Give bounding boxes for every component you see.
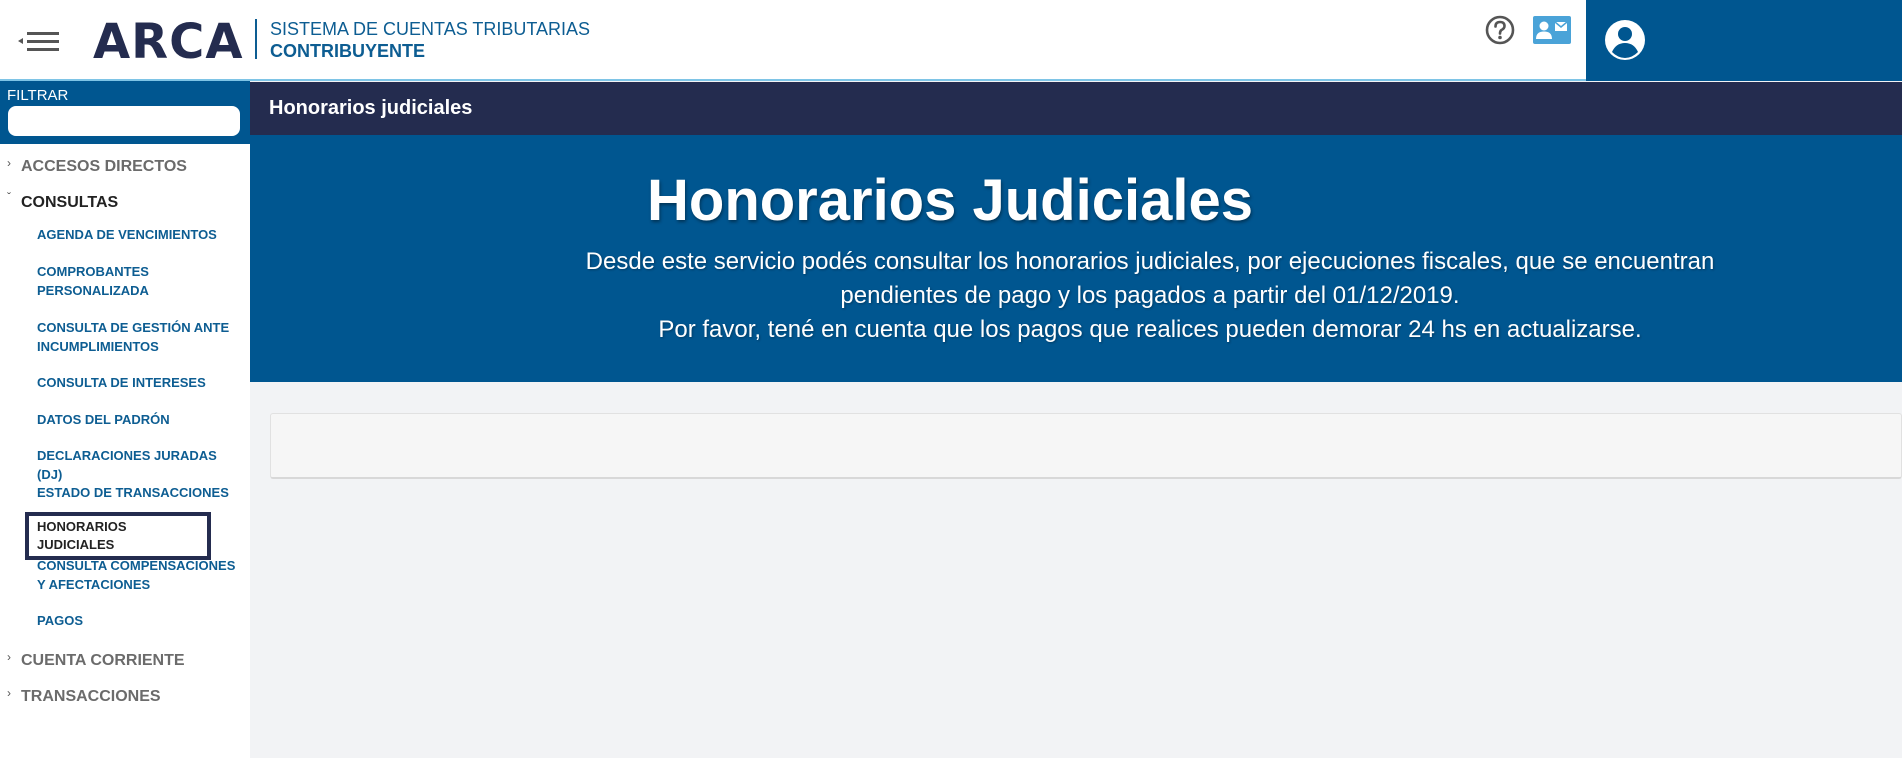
menu-toggle-button[interactable] — [18, 26, 62, 56]
nav-declaraciones-juradas[interactable]: DECLARACIONES JURADAS (DJ) — [37, 446, 242, 484]
nav-comprobantes-personalizada[interactable]: COMPROBANTES PERSONALIZADA — [37, 262, 242, 300]
nav-consulta-compensaciones[interactable]: CONSULTA COMPENSACIONES Y AFECTACIONES — [37, 556, 242, 594]
nav-consulta-intereses[interactable]: CONSULTA DE INTERESES — [37, 373, 242, 392]
nav-estado-transacciones[interactable]: ESTADO DE TRANSACCIONES — [37, 483, 242, 502]
nav-datos-padron[interactable]: DATOS DEL PADRÓN — [37, 410, 242, 429]
page-title-bar: Honorarios judiciales — [250, 82, 1902, 135]
filter-box: FILTRAR — [0, 81, 250, 144]
page-title: Honorarios judiciales — [269, 97, 473, 119]
banner-line-2: pendientes de pago y los pagados a parti… — [840, 282, 1460, 309]
top-header: ARCA SISTEMA DE CUENTAS TRIBUTARIAS CONT… — [0, 0, 1902, 81]
banner-title: Honorarios Judiciales — [647, 168, 1253, 233]
system-title: SISTEMA DE CUENTAS TRIBUTARIAS — [270, 19, 591, 39]
banner-description: Desde este servicio podés consultar los … — [510, 245, 1790, 347]
arca-logo[interactable]: ARCA — [93, 14, 243, 70]
chevron-right-icon: › — [7, 686, 11, 700]
section-label: TRANSACCIONES — [21, 688, 161, 705]
system-role: CONTRIBUYENTE — [270, 41, 426, 61]
filter-input[interactable] — [8, 106, 240, 136]
user-panel — [1586, 0, 1902, 81]
section-label: CUENTA CORRIENTE — [21, 652, 185, 669]
user-account-icon[interactable] — [1604, 19, 1646, 61]
nav-pagos[interactable]: PAGOS — [37, 611, 242, 630]
help-icon[interactable] — [1484, 14, 1516, 46]
filter-label: FILTRAR — [7, 87, 69, 104]
chevron-right-icon: › — [7, 650, 11, 664]
hamburger-menu-icon — [18, 32, 59, 51]
contact-card-icon[interactable] — [1533, 16, 1571, 44]
hero-banner: Honorarios Judiciales Desde este servici… — [250, 135, 1902, 382]
content-panel — [270, 413, 1902, 479]
banner-line-3: Por favor, tené en cuenta que los pagos … — [658, 316, 1642, 343]
logo-divider — [255, 19, 257, 59]
nav-honorarios-judiciales[interactable]: HONORARIOS JUDICIALES — [25, 512, 211, 560]
banner-line-1: Desde este servicio podés consultar los … — [585, 248, 1715, 275]
nav-consulta-gestion-incumplimientos[interactable]: CONSULTA DE GESTIÓN ANTE INCUMPLIMIENTOS — [37, 318, 242, 356]
